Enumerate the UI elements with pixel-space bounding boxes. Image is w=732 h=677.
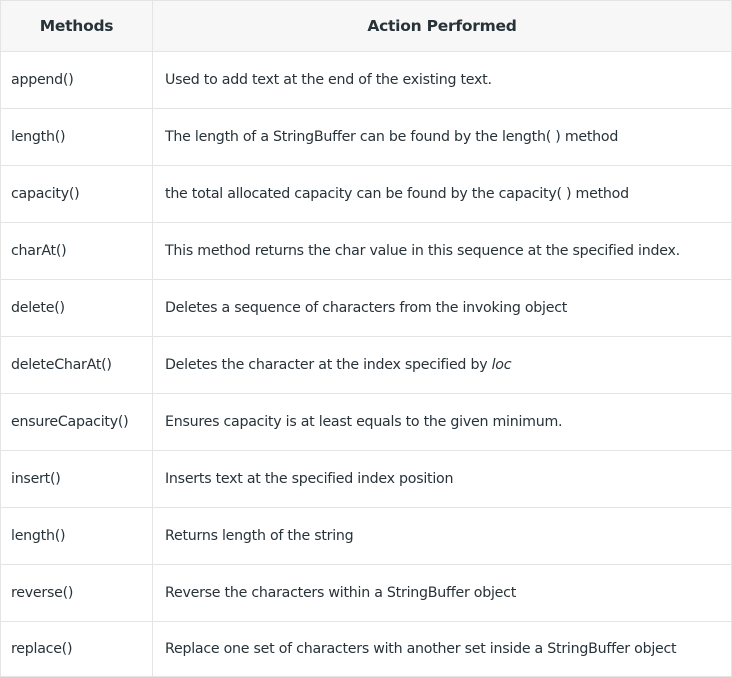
header-action-performed: Action Performed xyxy=(152,0,732,52)
table-row: capacity() the total allocated capacity … xyxy=(0,165,732,223)
table-row: ensureCapacity() Ensures capacity is at … xyxy=(0,393,732,451)
action-cell: Replace one set of characters with anoth… xyxy=(152,621,732,677)
action-cell: Used to add text at the end of the exist… xyxy=(152,51,732,109)
method-cell: length() xyxy=(0,507,153,565)
method-cell: ensureCapacity() xyxy=(0,393,153,451)
action-cell: the total allocated capacity can be foun… xyxy=(152,165,732,223)
method-cell: replace() xyxy=(0,621,153,677)
table-header: Methods Action Performed xyxy=(0,0,732,52)
action-cell: Inserts text at the specified index posi… xyxy=(152,450,732,508)
action-text: Deletes the character at the index speci… xyxy=(165,357,492,373)
table-row: insert() Inserts text at the specified i… xyxy=(0,450,732,508)
action-cell: Ensures capacity is at least equals to t… xyxy=(152,393,732,451)
table-row: deleteCharAt() Deletes the character at … xyxy=(0,336,732,394)
action-cell: Deletes the character at the index speci… xyxy=(152,336,732,394)
table-row: charAt() This method returns the char va… xyxy=(0,222,732,280)
method-cell: length() xyxy=(0,108,153,166)
action-cell: Reverse the characters within a StringBu… xyxy=(152,564,732,622)
table-body: append() Used to add text at the end of … xyxy=(0,51,732,677)
action-italic-text: loc xyxy=(491,357,512,373)
method-cell: capacity() xyxy=(0,165,153,223)
method-cell: append() xyxy=(0,51,153,109)
action-cell: Deletes a sequence of characters from th… xyxy=(152,279,732,337)
action-cell: Returns length of the string xyxy=(152,507,732,565)
method-cell: insert() xyxy=(0,450,153,508)
table-row: reverse() Reverse the characters within … xyxy=(0,564,732,622)
table-row: delete() Deletes a sequence of character… xyxy=(0,279,732,337)
table-row: length() The length of a StringBuffer ca… xyxy=(0,108,732,166)
method-cell: reverse() xyxy=(0,564,153,622)
method-cell: charAt() xyxy=(0,222,153,280)
header-row: Methods Action Performed xyxy=(0,0,732,52)
table-row: replace() Replace one set of characters … xyxy=(0,621,732,677)
method-cell: delete() xyxy=(0,279,153,337)
action-cell: This method returns the char value in th… xyxy=(152,222,732,280)
table-row: length() Returns length of the string xyxy=(0,507,732,565)
action-cell: The length of a StringBuffer can be foun… xyxy=(152,108,732,166)
header-methods: Methods xyxy=(0,0,153,52)
table-row: append() Used to add text at the end of … xyxy=(0,51,732,109)
methods-table: Methods Action Performed append() Used t… xyxy=(0,0,732,677)
method-cell: deleteCharAt() xyxy=(0,336,153,394)
